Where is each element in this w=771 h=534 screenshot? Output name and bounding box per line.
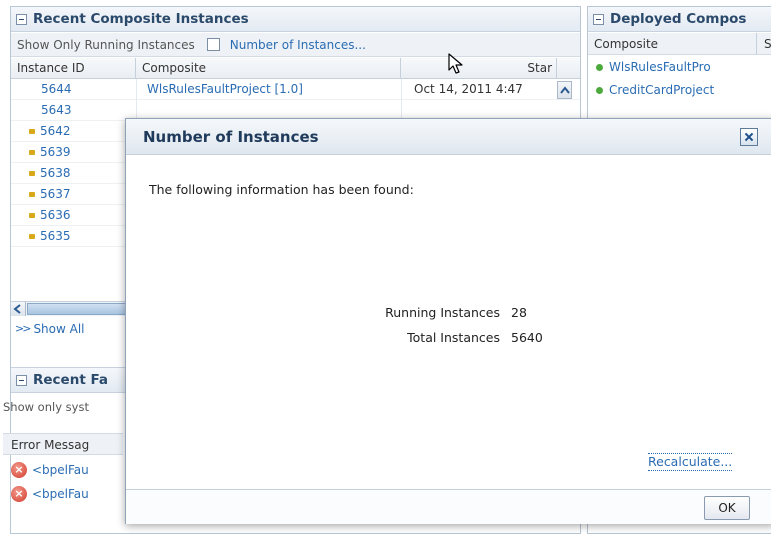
status-bullet-icon bbox=[29, 129, 35, 134]
recent-instances-title: Recent Composite Instances bbox=[33, 11, 249, 27]
instance-id[interactable]: 5635 bbox=[40, 229, 71, 243]
instance-id-cell[interactable]: 5635 bbox=[11, 226, 136, 247]
deployed-composites-title: Deployed Compos bbox=[610, 11, 747, 27]
running-only-checkbox[interactable] bbox=[206, 38, 220, 51]
running-filter-label: Show Only Running Instances bbox=[17, 37, 195, 52]
close-icon[interactable] bbox=[740, 128, 758, 146]
dialog-header: Number of Instances bbox=[126, 119, 771, 155]
instance-id[interactable]: 5636 bbox=[40, 208, 71, 222]
fault-message[interactable]: <bpelFau bbox=[32, 487, 89, 501]
col-instance-id[interactable]: Instance ID bbox=[11, 58, 136, 79]
running-filter-row: Show Only Running Instances Number of In… bbox=[11, 33, 580, 57]
col-start[interactable]: Star bbox=[401, 58, 557, 79]
column-divider bbox=[756, 33, 757, 55]
deployed-row[interactable]: CreditCardProject bbox=[588, 79, 771, 101]
dialog-footer: OK bbox=[126, 489, 771, 524]
instance-id-cell[interactable]: 5644 bbox=[11, 79, 136, 100]
number-of-instances-dialog: Number of Instances The following inform… bbox=[125, 118, 771, 524]
recent-faults-title: Recent Fa bbox=[33, 372, 109, 388]
col-composite[interactable]: Composite bbox=[594, 37, 658, 51]
instance-id[interactable]: 5642 bbox=[40, 124, 71, 138]
col-composite[interactable]: Composite bbox=[136, 58, 401, 79]
dialog-title: Number of Instances bbox=[143, 128, 319, 146]
col-error-message[interactable]: Error Messag bbox=[3, 433, 123, 455]
instance-id[interactable]: 5644 bbox=[41, 82, 72, 96]
double-chevron-icon: >> bbox=[15, 322, 32, 335]
status-bullet-icon bbox=[29, 234, 35, 239]
total-instances-value: 5640 bbox=[511, 330, 543, 345]
table-row[interactable]: 5644 WlsRulesFaultProject [1.0] Oct 14, 20… bbox=[11, 79, 580, 100]
collapse-icon[interactable] bbox=[16, 13, 27, 25]
number-of-instances-link[interactable]: Number of Instances... bbox=[230, 38, 366, 52]
recent-instances-header: Recent Composite Instances bbox=[11, 7, 580, 32]
collapse-icon[interactable] bbox=[16, 374, 27, 386]
instance-id[interactable]: 5638 bbox=[40, 166, 71, 180]
scroll-left-button[interactable] bbox=[11, 302, 26, 316]
instance-id-cell[interactable]: 5637 bbox=[11, 184, 136, 205]
chevron-up-icon bbox=[560, 86, 570, 94]
error-icon: × bbox=[11, 462, 27, 478]
chevron-left-icon bbox=[13, 304, 21, 314]
instance-id-cell[interactable]: 5636 bbox=[11, 205, 136, 226]
deployed-composites-header: Deployed Compos bbox=[588, 7, 771, 32]
total-instances-label: Total Instances bbox=[407, 330, 500, 345]
show-all-link[interactable]: >> Show All bbox=[15, 319, 85, 339]
fault-row[interactable]: × <bpelFau bbox=[3, 483, 133, 505]
faults-filter-label: Show only syst bbox=[3, 400, 89, 414]
instances-table-header: Instance ID Composite Star bbox=[11, 58, 580, 79]
error-icon: × bbox=[11, 486, 27, 502]
status-bullet-icon bbox=[29, 213, 35, 218]
deployed-composite-link[interactable]: CreditCardProject bbox=[609, 83, 714, 97]
fault-message[interactable]: <bpelFau bbox=[32, 463, 89, 477]
instance-id[interactable]: 5643 bbox=[41, 103, 72, 117]
scroll-thumb[interactable] bbox=[27, 303, 127, 315]
deployed-table-header[interactable]: Composite S bbox=[588, 33, 771, 55]
col-status[interactable]: S bbox=[764, 33, 771, 55]
instance-id-cell[interactable]: 5639 bbox=[11, 142, 136, 163]
show-all-label: Show All bbox=[33, 322, 85, 336]
instance-id[interactable]: 5637 bbox=[40, 187, 71, 201]
dialog-message: The following information has been found… bbox=[149, 182, 414, 197]
status-bullet-icon bbox=[29, 150, 35, 155]
composite-link[interactable]: WlsRulesFaultProject [1.0] bbox=[136, 79, 401, 100]
mouse-cursor-icon bbox=[448, 53, 463, 74]
running-status-icon bbox=[596, 87, 603, 94]
instance-id-cell[interactable]: 5642 bbox=[11, 121, 136, 142]
status-bullet-icon bbox=[29, 192, 35, 197]
instance-id-cell[interactable]: 5638 bbox=[11, 163, 136, 184]
ok-button[interactable]: OK bbox=[704, 496, 750, 520]
start-time: Oct 14, 2011 4:47 bbox=[401, 79, 551, 100]
instance-id-cell[interactable]: 5643 bbox=[11, 100, 136, 121]
deployed-composite-link[interactable]: WlsRulesFaultPro bbox=[609, 60, 711, 74]
deployed-row[interactable]: WlsRulesFaultPro bbox=[588, 56, 771, 78]
fault-row[interactable]: × <bpelFau bbox=[3, 459, 133, 481]
running-status-icon bbox=[596, 64, 603, 71]
collapse-icon[interactable] bbox=[593, 13, 604, 25]
recalculate-link[interactable]: Recalculate... bbox=[648, 453, 733, 471]
scroll-up-button[interactable] bbox=[557, 81, 572, 99]
status-bullet-icon bbox=[29, 171, 35, 176]
instance-id[interactable]: 5639 bbox=[40, 145, 71, 159]
running-instances-value: 28 bbox=[511, 305, 527, 320]
running-instances-label: Running Instances bbox=[385, 305, 500, 320]
